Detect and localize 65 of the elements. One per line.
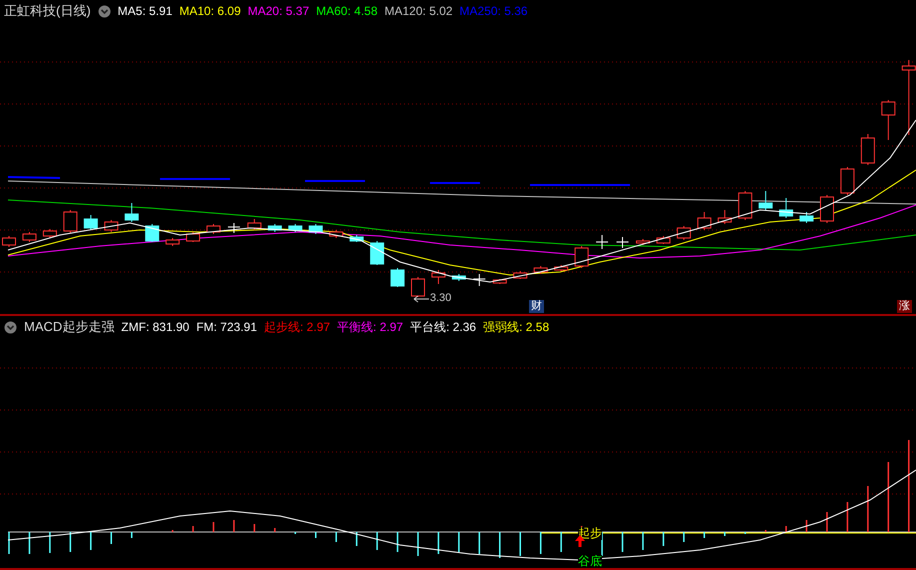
candlestick bbox=[596, 234, 609, 250]
candlestick bbox=[308, 224, 323, 234]
candlestick bbox=[676, 226, 691, 240]
candlestick bbox=[574, 246, 589, 268]
candlestick bbox=[329, 230, 344, 238]
candlestick bbox=[840, 166, 854, 196]
candlestick bbox=[227, 222, 240, 234]
candlestick bbox=[616, 236, 629, 248]
candlestick bbox=[247, 218, 262, 230]
candlestick bbox=[22, 232, 36, 242]
candlestick bbox=[472, 274, 486, 286]
candlestick bbox=[390, 268, 405, 288]
moving-average-segment bbox=[8, 176, 60, 179]
stock-title: 正虹科技(日线) bbox=[4, 2, 91, 20]
candlestick bbox=[63, 210, 78, 234]
arrow-icon bbox=[414, 296, 430, 302]
candlestick bbox=[881, 100, 896, 140]
candlestick bbox=[697, 212, 712, 230]
candlestick bbox=[860, 134, 875, 166]
candlestick bbox=[513, 270, 528, 280]
candlestick bbox=[820, 194, 834, 224]
dropdown-icon[interactable] bbox=[98, 4, 111, 18]
candlestick bbox=[718, 210, 732, 224]
signal-label: 谷底 bbox=[578, 555, 602, 568]
candlestick bbox=[84, 214, 98, 230]
candlestick bbox=[411, 276, 425, 298]
candlestick bbox=[104, 220, 118, 232]
moving-average-value: MA250: 5.36 bbox=[460, 4, 528, 18]
candlestick bbox=[492, 278, 507, 284]
candlestick bbox=[206, 224, 220, 234]
candlestick bbox=[370, 240, 384, 266]
moving-average-value: MA10: 6.09 bbox=[179, 4, 241, 18]
candlestick bbox=[42, 228, 57, 238]
candlestick bbox=[534, 266, 548, 274]
indicator-value: ZMF: 831.90 bbox=[121, 320, 190, 334]
candlestick bbox=[268, 224, 282, 232]
candlestick bbox=[145, 224, 160, 242]
candlestick bbox=[636, 238, 650, 246]
indicator-value: 平衡线: 2.97 bbox=[337, 318, 404, 336]
dropdown-icon[interactable] bbox=[4, 320, 17, 334]
candlestick bbox=[350, 234, 364, 242]
event-badge[interactable]: 涨 bbox=[897, 300, 912, 313]
indicator-title: MACD起步走强 bbox=[24, 318, 114, 336]
candlestick bbox=[800, 212, 814, 224]
candlestick bbox=[431, 270, 446, 284]
candlestick bbox=[656, 236, 670, 244]
candlestick bbox=[452, 274, 466, 282]
moving-average-value: MA60: 4.58 bbox=[316, 4, 378, 18]
indicator-value: 强弱线: 2.58 bbox=[483, 318, 550, 336]
indicator-value: FM: 723.91 bbox=[196, 320, 258, 334]
low-price-label: 3.30 bbox=[430, 292, 452, 304]
candlestick bbox=[124, 202, 139, 222]
candlestick bbox=[738, 190, 752, 220]
moving-average-value: MA120: 5.02 bbox=[384, 4, 453, 18]
candlestick bbox=[779, 198, 794, 218]
moving-average-value: MA5: 5.91 bbox=[118, 4, 172, 18]
indicator-value: 起步线: 2.97 bbox=[264, 318, 330, 336]
candlestick bbox=[554, 264, 568, 272]
candlestick bbox=[186, 232, 200, 242]
candlestick bbox=[288, 224, 302, 232]
candlestick bbox=[758, 190, 773, 210]
moving-average-value: MA20: 5.37 bbox=[248, 4, 310, 18]
candlestick bbox=[166, 238, 180, 246]
indicator-value: 平台线: 2.36 bbox=[410, 318, 476, 336]
event-badge[interactable]: 财 bbox=[529, 300, 544, 313]
